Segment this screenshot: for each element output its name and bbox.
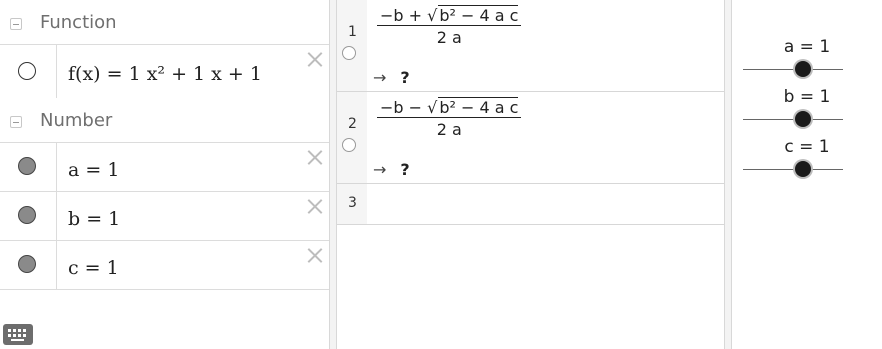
output-value: ? bbox=[400, 160, 410, 179]
number-expression-b[interactable]: b = 1 bbox=[68, 208, 120, 230]
visibility-toggle-icon[interactable] bbox=[18, 157, 36, 175]
cas-output: →? bbox=[373, 68, 410, 87]
slider-thumb-a[interactable] bbox=[795, 61, 811, 77]
slider-thumb-b[interactable] bbox=[795, 111, 811, 127]
keyboard-icon[interactable] bbox=[3, 324, 33, 345]
output-arrow-icon: → bbox=[373, 160, 387, 179]
cas-row-3[interactable]: 3 bbox=[337, 184, 724, 225]
numerator-prefix: −b − bbox=[380, 98, 428, 117]
visibility-toggle-icon[interactable] bbox=[18, 206, 36, 224]
numerator-prefix: −b + bbox=[380, 6, 428, 25]
cas-input-formula[interactable]: −b − √ b² − 4 a c 2 a bbox=[377, 97, 522, 139]
algebra-row-a[interactable]: a = 1 bbox=[0, 142, 329, 192]
cas-view: 1 −b + √ b² − 4 a c 2 a →? 2 −b − √ b² − 4… bbox=[337, 0, 724, 349]
sqrt-icon: √ bbox=[427, 6, 438, 25]
cas-row-header[interactable]: 3 bbox=[337, 184, 367, 224]
marble-cell bbox=[0, 45, 57, 98]
visibility-toggle-icon[interactable] bbox=[342, 138, 356, 152]
visibility-toggle-icon[interactable] bbox=[18, 255, 36, 273]
slider-label-c: c = 1 bbox=[784, 137, 830, 157]
cas-row-number: 3 bbox=[348, 195, 357, 211]
visibility-toggle-icon[interactable] bbox=[18, 62, 36, 80]
denominator: 2 a bbox=[436, 28, 462, 47]
slider-track-a[interactable] bbox=[743, 69, 843, 70]
slider-track-c[interactable] bbox=[743, 169, 843, 170]
function-expression[interactable]: f(x) = 1 x² + 1 x + 1 bbox=[68, 63, 262, 85]
cas-input-formula[interactable]: −b + √ b² − 4 a c 2 a bbox=[377, 5, 522, 47]
marble-cell bbox=[0, 192, 57, 241]
graphics-view[interactable]: a = 1 b = 1 c = 1 bbox=[732, 0, 882, 349]
algebra-view: Function f(x) = 1 x² + 1 x + 1 Number a … bbox=[0, 0, 329, 349]
cas-row-1[interactable]: 1 −b + √ b² − 4 a c 2 a →? bbox=[337, 0, 724, 92]
number-expression-a[interactable]: a = 1 bbox=[68, 159, 119, 181]
cas-row-2[interactable]: 2 −b − √ b² − 4 a c 2 a →? bbox=[337, 92, 724, 184]
slider-label-b: b = 1 bbox=[783, 87, 831, 107]
visibility-toggle-icon[interactable] bbox=[342, 46, 356, 60]
group-label-function: Function bbox=[40, 12, 117, 33]
cas-row-header[interactable]: 1 bbox=[337, 0, 367, 91]
group-label-number: Number bbox=[40, 110, 113, 131]
algebra-row-c[interactable]: c = 1 bbox=[0, 240, 329, 290]
delete-icon[interactable] bbox=[307, 149, 323, 165]
collapse-icon[interactable] bbox=[10, 18, 22, 30]
output-arrow-icon: → bbox=[373, 68, 387, 87]
delete-icon[interactable] bbox=[307, 198, 323, 214]
cas-row-header[interactable]: 2 bbox=[337, 92, 367, 183]
number-expression-c[interactable]: c = 1 bbox=[68, 257, 119, 279]
delete-icon[interactable] bbox=[307, 51, 323, 67]
marble-cell bbox=[0, 241, 57, 289]
group-header-function[interactable]: Function bbox=[0, 0, 329, 46]
view-divider[interactable] bbox=[329, 0, 337, 349]
radicand: b² − 4 a c bbox=[438, 97, 519, 117]
marble-cell bbox=[0, 143, 57, 192]
cas-row-number: 2 bbox=[348, 116, 357, 132]
cas-row-number: 1 bbox=[348, 24, 357, 40]
view-divider[interactable] bbox=[724, 0, 732, 349]
delete-icon[interactable] bbox=[307, 247, 323, 263]
slider-thumb-c[interactable] bbox=[795, 161, 811, 177]
slider-label-a: a = 1 bbox=[783, 37, 831, 57]
slider-track-b[interactable] bbox=[743, 119, 843, 120]
cas-output: →? bbox=[373, 160, 410, 179]
group-header-number[interactable]: Number bbox=[0, 98, 329, 144]
radicand: b² − 4 a c bbox=[438, 5, 519, 25]
sqrt-icon: √ bbox=[427, 98, 438, 117]
algebra-row-function[interactable]: f(x) = 1 x² + 1 x + 1 bbox=[0, 44, 329, 98]
collapse-icon[interactable] bbox=[10, 116, 22, 128]
denominator: 2 a bbox=[436, 120, 462, 139]
algebra-row-b[interactable]: b = 1 bbox=[0, 191, 329, 241]
output-value: ? bbox=[400, 68, 410, 87]
